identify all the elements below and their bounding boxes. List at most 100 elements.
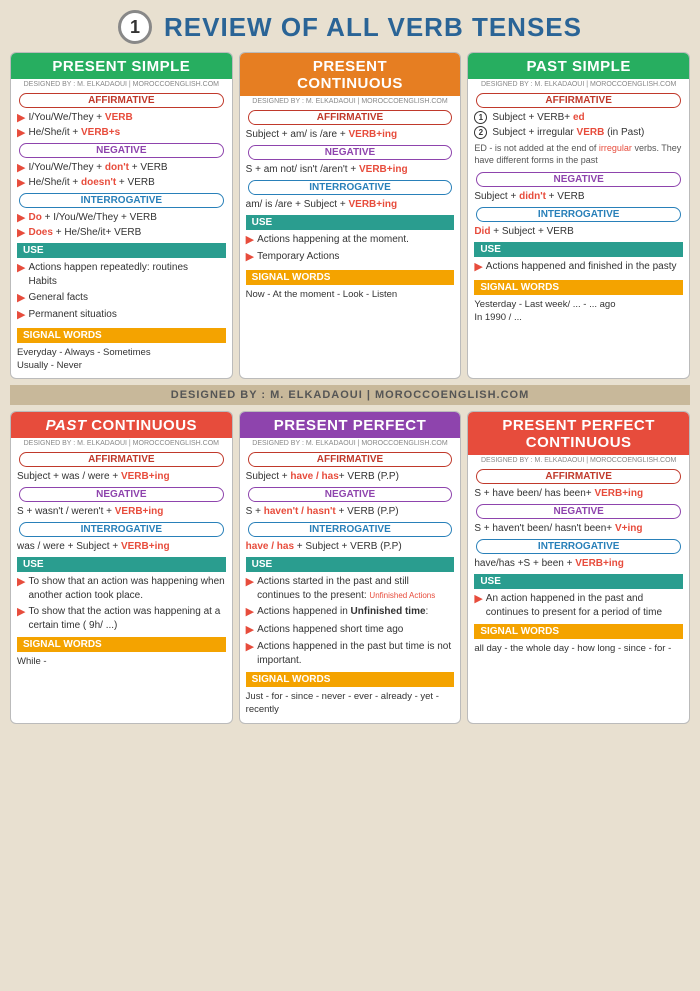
present-perfect-cont-title: PRESENT PERFECTCONTINUOUS (476, 417, 681, 451)
formula-row: ▶ He/She/it + VERB+s (17, 126, 226, 139)
formula-row: ▶ Actions happened and finished in the p… (474, 260, 683, 275)
use-content-ppc: ▶ An action happened in the past and con… (468, 592, 689, 620)
formula-row: ▶ He/She/it + doesn't + VERB (17, 176, 226, 189)
formula-row: ▶ Does + He/She/it+ VERB (17, 226, 226, 239)
formula-text: am/ is /are + Subject + VERB+ing (246, 198, 397, 211)
arrow-icon: ▶ (246, 605, 254, 620)
page: 1 REVIEW OF ALL VERB TENSES PRESENT SIMP… (0, 0, 700, 734)
use-content-pc: ▶ Actions happening at the moment. ▶ Tem… (240, 233, 461, 266)
card-header-present-continuous: PRESENTCONTINUOUS (240, 53, 461, 96)
use-item: Permanent situatios (28, 308, 116, 322)
formula-row: ▶ Temporary Actions (246, 250, 455, 265)
present-perfect-cont-designed-by: DESIGNED BY : M. ELKADAOUI | MOROCCOENGL… (468, 455, 689, 465)
arrow-icon: ▶ (246, 575, 254, 590)
formula-text: S + have been/ has been+ VERB+ing (474, 487, 643, 500)
formula-text: Do + I/You/We/They + VERB (28, 211, 156, 224)
formula-text: Subject + didn't + VERB (474, 190, 584, 203)
arrow-icon: ▶ (17, 575, 25, 590)
formula-row: ▶ Actions happened short time ago (246, 623, 455, 638)
use-item: Actions started in the past and still co… (257, 575, 454, 603)
formula-row: ▶ General facts (17, 291, 226, 306)
divider: DESIGNED BY : M. ELKADAOUI | MOROCCOENGL… (10, 385, 690, 405)
present-perfect-cont-interrogative: have/has +S + been + VERB+ing (468, 557, 689, 570)
arrow-icon: ▶ (17, 161, 25, 174)
formula-row: 1 Subject + VERB+ ed (474, 111, 683, 124)
past-continuous-negative: S + wasn't / weren't + VERB+ing (11, 505, 232, 518)
num-icon: 2 (474, 126, 487, 139)
formula-row: ▶ To show that the action was happening … (17, 605, 226, 633)
num-icon: 1 (474, 111, 487, 124)
formula-row: ▶ Do + I/You/We/They + VERB (17, 211, 226, 224)
formula-text: He/She/it + VERB+s (28, 126, 120, 139)
present-continuous-affirmative: Subject + am/ is /are + VERB+ing (240, 128, 461, 141)
label-interrogative-pp: INTERROGATIVE (248, 522, 453, 537)
formula-text: Does + He/She/it+ VERB (28, 226, 141, 239)
formula-text: S + haven't been/ hasn't been+ V+ing (474, 522, 642, 535)
use-label-ptc: USE (17, 557, 226, 572)
label-negative-ppc: NEGATIVE (476, 504, 681, 519)
formula-row: am/ is /are + Subject + VERB+ing (246, 198, 455, 211)
use-item: Actions happened in Unfinished time: (257, 605, 428, 619)
formula-row: ▶ Actions happen repeatedly: routinesHab… (17, 261, 226, 289)
top-grid: PRESENT SIMPLE DESIGNED BY : M. ELKADAOU… (10, 52, 690, 379)
signal-content-ppc: all day - the whole day - how long - sin… (468, 642, 689, 655)
formula-row: Subject + didn't + VERB (474, 190, 683, 203)
label-affirmative-ptc: AFFIRMATIVE (19, 452, 224, 467)
formula-row: ▶ An action happened in the past and con… (474, 592, 683, 620)
present-perfect-negative: S + haven't / hasn't + VERB (P.P) (240, 505, 461, 518)
use-item: General facts (28, 291, 87, 305)
formula-text: Subject + irregular VERB (in Past) (492, 126, 644, 139)
formula-row: ▶ Actions happened in the past but time … (246, 640, 455, 668)
label-negative-pc: NEGATIVE (248, 145, 453, 160)
card-present-simple: PRESENT SIMPLE DESIGNED BY : M. ELKADAOU… (10, 52, 233, 379)
formula-text: was / were + Subject + VERB+ing (17, 540, 170, 553)
label-interrogative-pts: INTERROGATIVE (476, 207, 681, 222)
card-present-perfect-continuous: PRESENT PERFECTCONTINUOUS DESIGNED BY : … (467, 411, 690, 723)
formula-text: He/She/it + doesn't + VERB (28, 176, 154, 189)
present-continuous-designed-by: DESIGNED BY : M. ELKADAOUI | MOROCCOENGL… (240, 96, 461, 106)
arrow-icon: ▶ (474, 260, 482, 275)
past-continuous-interrogative: was / were + Subject + VERB+ing (11, 540, 232, 553)
present-simple-title: PRESENT SIMPLE (19, 58, 224, 75)
arrow-icon: ▶ (17, 308, 25, 323)
label-affirmative-pts: AFFIRMATIVE (476, 93, 681, 108)
formula-text: S + haven't / hasn't + VERB (P.P) (246, 505, 399, 518)
formula-row: ▶ Actions happened in Unfinished time: (246, 605, 455, 620)
present-perfect-interrogative: have / has + Subject + VERB (P.P) (240, 540, 461, 553)
formula-text: Subject + VERB+ ed (492, 111, 584, 124)
signal-content-pts: Yesterday - Last week/ ... - ... agoIn 1… (468, 298, 689, 325)
signal-label-pts: SIGNAL WORDS (474, 280, 683, 295)
present-simple-designed-by: DESIGNED BY : M. ELKADAOUI | MOROCCOENGL… (11, 79, 232, 89)
signal-label-ppc: SIGNAL WORDS (474, 624, 683, 639)
formula-text: I/You/We/They + don't + VERB (28, 161, 167, 174)
formula-row: ▶ To show that an action was happening w… (17, 575, 226, 603)
formula-row: Did + Subject + VERB (474, 225, 683, 238)
card-header-past-continuous: PAST CONTINUOUS (11, 412, 232, 438)
use-label-ppc: USE (474, 574, 683, 589)
signal-content-ptc: While - (11, 655, 232, 668)
present-continuous-negative: S + am not/ isn't /aren't + VERB+ing (240, 163, 461, 176)
formula-row: S + have been/ has been+ VERB+ing (474, 487, 683, 500)
formula-row: Subject + have / has+ VERB (P.P) (246, 470, 455, 483)
formula-row: Subject + was / were + VERB+ing (17, 470, 226, 483)
present-simple-interrogative: ▶ Do + I/You/We/They + VERB ▶ Does + He/… (11, 211, 232, 239)
label-interrogative-pc: INTERROGATIVE (248, 180, 453, 195)
arrow-icon: ▶ (474, 592, 482, 607)
use-item: Actions happening at the moment. (257, 233, 409, 247)
present-perfect-cont-affirmative: S + have been/ has been+ VERB+ing (468, 487, 689, 500)
present-simple-affirmative: ▶ I/You/We/They + VERB ▶ He/She/it + VER… (11, 111, 232, 139)
card-header-past-simple: PAST SIMPLE (468, 53, 689, 79)
formula-row: 2 Subject + irregular VERB (in Past) (474, 126, 683, 139)
arrow-icon: ▶ (17, 605, 25, 620)
page-title: REVIEW OF ALL VERB TENSES (164, 12, 582, 43)
formula-row: Subject + am/ is /are + VERB+ing (246, 128, 455, 141)
label-negative-ps: NEGATIVE (19, 143, 224, 158)
card-present-continuous: PRESENTCONTINUOUS DESIGNED BY : M. ELKAD… (239, 52, 462, 379)
formula-row: ▶ Permanent situatios (17, 308, 226, 323)
page-number: 1 (118, 10, 152, 44)
present-perfect-affirmative: Subject + have / has+ VERB (P.P) (240, 470, 461, 483)
present-perfect-designed-by: DESIGNED BY : M. ELKADAOUI | MOROCCOENGL… (240, 438, 461, 448)
formula-text: have / has + Subject + VERB (P.P) (246, 540, 402, 553)
use-item: To show that the action was happening at… (28, 605, 225, 633)
past-continuous-designed-by: DESIGNED BY : M. ELKADAOUI | MOROCCOENGL… (11, 438, 232, 448)
